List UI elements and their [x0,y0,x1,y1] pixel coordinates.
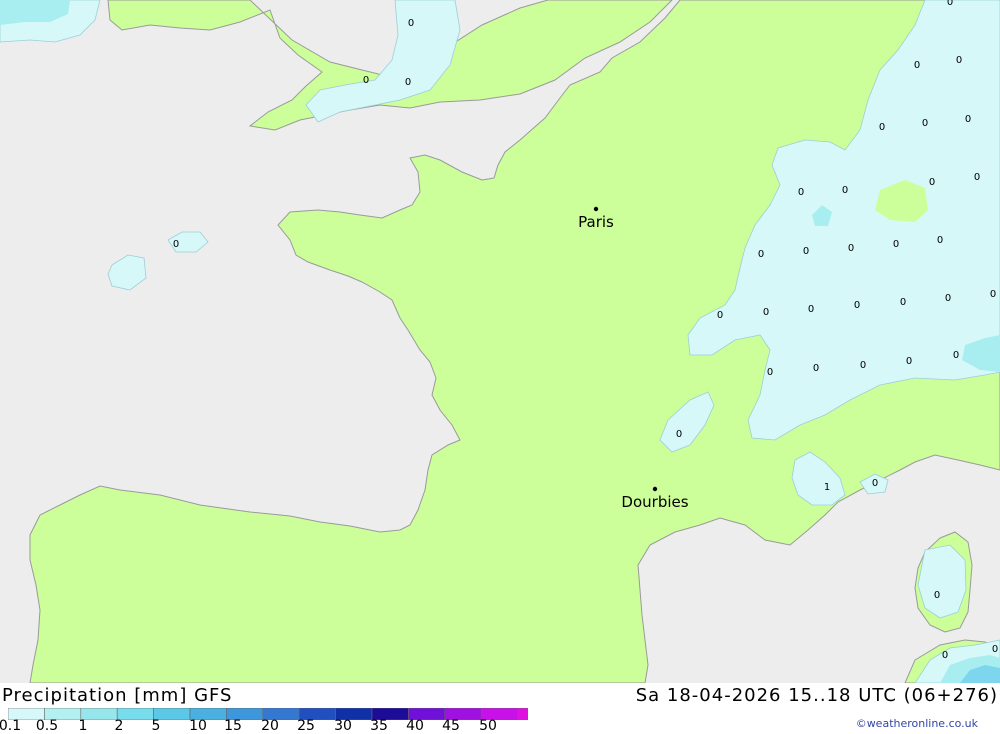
value-label: 0 [937,235,943,246]
value-label: 0 [922,118,928,129]
value-label: 0 [947,0,953,8]
legend-footer: Precipitation [mm] GFS Sa 18-04-2026 15.… [0,683,1000,734]
legend-tick: 1 [78,718,88,734]
value-label: 0 [974,172,980,183]
value-label: 1 [824,482,830,493]
value-label: 0 [813,363,819,374]
legend-tick: 10 [189,718,207,734]
city-marker [593,206,599,212]
legend-tick: 50 [479,718,497,734]
value-label: 0 [934,590,940,601]
legend-tick: 0.1 [0,718,22,734]
value-label: 0 [363,75,369,86]
value-label: 0 [408,18,414,29]
legend-tick: 5 [151,718,161,734]
legend-tick: 30 [334,718,352,734]
legend-tick: 20 [261,718,279,734]
value-label: 0 [992,644,998,655]
value-label: 0 [945,293,951,304]
value-label: 0 [860,360,866,371]
city-label: Paris [578,213,614,231]
value-label: 0 [763,307,769,318]
value-label: 0 [173,239,179,250]
value-label: 0 [929,177,935,188]
value-label: 0 [758,249,764,260]
legend-tick: 25 [297,718,315,734]
legend-tick: 45 [442,718,460,734]
value-label: 0 [717,310,723,321]
city-label: Dourbies [621,493,688,511]
value-label: 0 [767,367,773,378]
legend-tick: 0.5 [35,718,59,734]
value-label: 0 [848,243,854,254]
credit-link[interactable]: ©weatheronline.co.uk [856,717,978,730]
value-label: 0 [990,289,996,300]
value-label: 0 [893,239,899,250]
legend-ticks: 0.1 0.5 1 2 5 10 15 20 25 30 35 40 45 50 [0,718,520,734]
precip-area-corsica [917,544,967,619]
value-label: 0 [803,246,809,257]
value-label: 0 [872,478,878,489]
value-label: 0 [842,185,848,196]
forecast-datetime: Sa 18-04-2026 15..18 UTC (06+276) [635,685,998,706]
map-title: Precipitation [mm] GFS [2,685,233,706]
legend-tick: 15 [224,718,242,734]
legend-tick: 2 [114,718,124,734]
value-label: 0 [965,114,971,125]
value-label: 0 [900,297,906,308]
legend-tick: 40 [406,718,424,734]
value-label: 0 [879,122,885,133]
value-label: 0 [405,77,411,88]
legend-tick: 35 [370,718,388,734]
value-label: 0 [956,55,962,66]
value-label: 0 [798,187,804,198]
city-marker [652,486,658,492]
value-label: 0 [808,304,814,315]
value-label: 0 [914,60,920,71]
value-label: 0 [906,356,912,367]
value-label: 0 [854,300,860,311]
value-label: 0 [942,650,948,661]
value-label: 0 [953,350,959,361]
value-label: 0 [676,429,682,440]
precipitation-map: 0 0 0 0 0 0 0 0 0 0 0 0 0 0 0 0 0 0 0 0 … [0,0,1000,683]
